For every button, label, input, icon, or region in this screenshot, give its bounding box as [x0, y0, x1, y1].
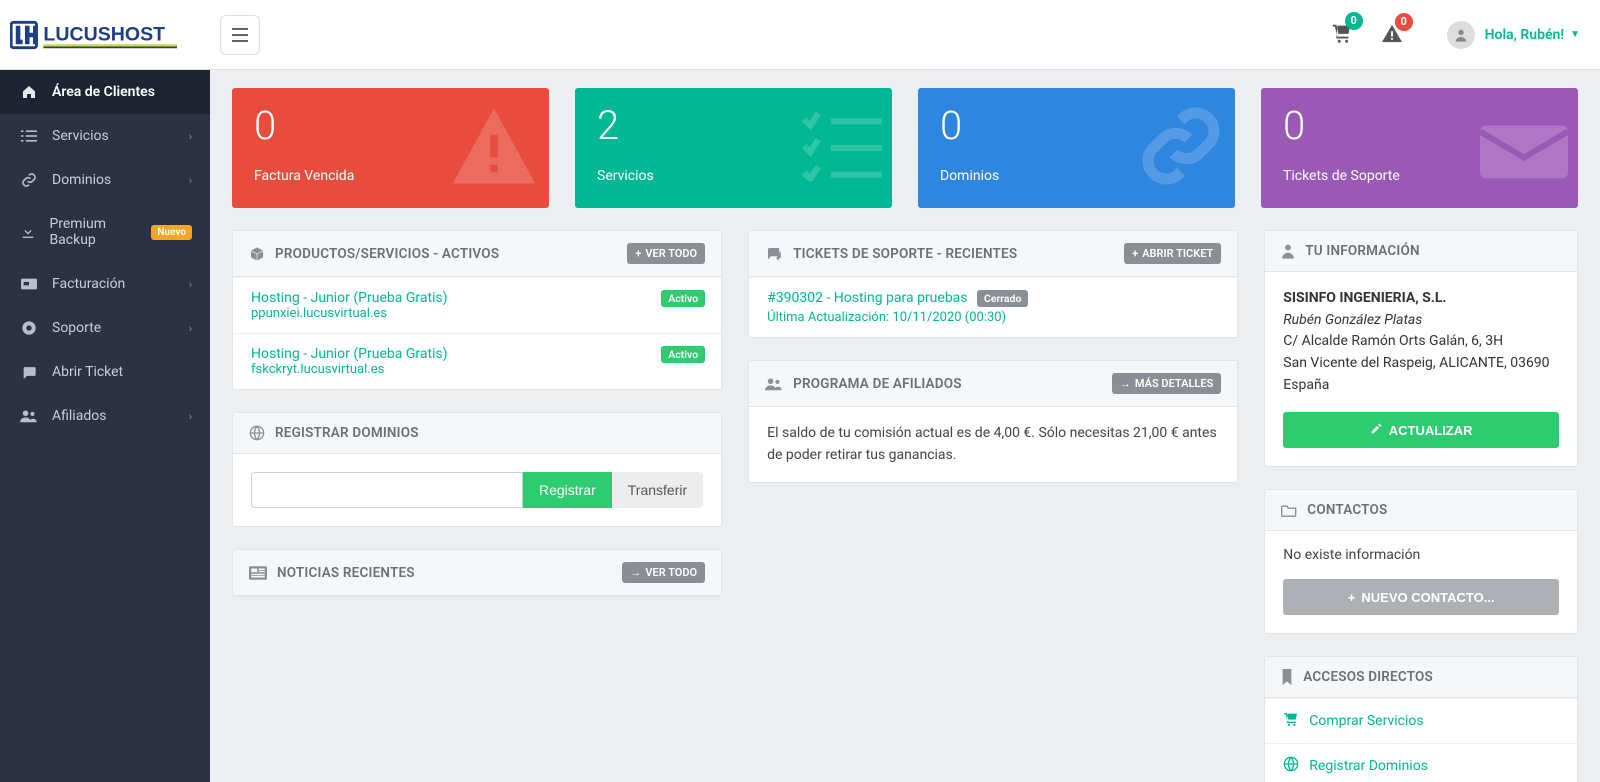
avatar-icon	[1447, 21, 1475, 49]
pencil-icon	[1370, 422, 1383, 438]
folder-icon	[1281, 504, 1297, 517]
status-badge: Activo	[661, 346, 705, 363]
menu-toggle-button[interactable]	[220, 15, 260, 55]
brand-logo[interactable]: LUCUSHOST	[0, 15, 210, 55]
home-icon	[18, 84, 40, 100]
chevron-right-icon: ›	[189, 130, 192, 143]
sidebar-item-open-ticket[interactable]: Abrir Ticket	[0, 350, 210, 394]
sidebar-item-billing[interactable]: Facturación ›	[0, 262, 210, 306]
cube-icon	[249, 246, 265, 262]
chevron-right-icon: ›	[189, 278, 192, 291]
warning-icon	[449, 101, 539, 195]
alerts-button[interactable]: 0	[1381, 23, 1403, 47]
download-icon	[18, 224, 37, 240]
user-icon	[1281, 243, 1295, 259]
sidebar-item-backup[interactable]: Premium Backup Nuevo	[0, 202, 210, 262]
stat-row: 0 Factura Vencida 2 Servicios 0 Dominios…	[232, 88, 1578, 208]
shortcut-register[interactable]: Registrar Dominios	[1265, 743, 1577, 782]
bookmark-icon	[1281, 669, 1293, 685]
globe-icon	[1283, 756, 1299, 776]
product-item[interactable]: Hosting - Junior (Prueba Gratis) fskckry…	[233, 333, 721, 389]
plus-icon: +	[1132, 247, 1138, 260]
view-all-products-button[interactable]: +VER TODO	[627, 243, 705, 264]
stat-domains[interactable]: 0 Dominios	[918, 88, 1235, 208]
life-ring-icon	[18, 320, 40, 336]
stat-tickets[interactable]: 0 Tickets de Soporte	[1261, 88, 1578, 208]
link-icon	[18, 172, 40, 188]
product-item[interactable]: Hosting - Junior (Prueba Gratis) ppunxie…	[233, 277, 721, 333]
card-icon	[18, 278, 40, 290]
update-info-button[interactable]: ACTUALIZAR	[1283, 412, 1559, 448]
users-icon	[765, 377, 783, 391]
checklist-icon	[800, 111, 882, 185]
topbar: LUCUSHOST 0 0 Hola, Rubén! ▼	[0, 0, 1600, 70]
sidebar-item-affiliates[interactable]: Afiliados ›	[0, 394, 210, 438]
panel-register-domain: REGISTRAR DOMINIOS Registrar Transferir	[232, 412, 722, 527]
alert-badge: 0	[1395, 13, 1413, 31]
open-ticket-button[interactable]: +ABRIR TICKET	[1124, 243, 1221, 264]
news-icon	[249, 566, 267, 580]
chat-icon	[765, 246, 783, 262]
chevron-down-icon: ▼	[1570, 29, 1580, 40]
ticket-item[interactable]: #390302 - Hosting para pruebas Cerrado Ú…	[749, 277, 1237, 337]
new-badge: Nuevo	[151, 225, 192, 240]
user-greeting: Hola, Rubén!	[1485, 27, 1564, 43]
sidebar-item-support[interactable]: Soporte ›	[0, 306, 210, 350]
affiliate-details-button[interactable]: →MÁS DETALLES	[1112, 373, 1221, 394]
contacts-empty: No existe información	[1265, 531, 1577, 579]
panel-tickets: TICKETS DE SOPORTE - RECIENTES +ABRIR TI…	[748, 230, 1238, 338]
arrow-right-icon: →	[1120, 377, 1131, 390]
cart-badge: 0	[1345, 12, 1363, 30]
user-menu[interactable]: Hola, Rubén! ▼	[1447, 21, 1580, 49]
shortcut-buy[interactable]: Comprar Servicios	[1265, 698, 1577, 743]
panel-news: NOTICIAS RECIENTES →VER TODO	[232, 549, 722, 597]
panel-info: TU INFORMACIÓN SISINFO INGENIERIA, S.L. …	[1264, 230, 1578, 467]
plus-icon: +	[1348, 590, 1356, 605]
chevron-right-icon: ›	[189, 174, 192, 187]
status-badge: Activo	[661, 290, 705, 307]
users-icon	[18, 409, 40, 423]
arrow-right-icon: →	[630, 566, 641, 579]
stat-services[interactable]: 2 Servicios	[575, 88, 892, 208]
new-contact-button[interactable]: + NUEVO CONTACTO...	[1283, 579, 1559, 615]
chat-icon	[18, 365, 40, 380]
chevron-right-icon: ›	[189, 410, 192, 423]
panel-products: PRODUCTOS/SERVICIOS - ACTIVOS +VER TODO …	[232, 230, 722, 390]
sidebar-item-domains[interactable]: Dominios ›	[0, 158, 210, 202]
status-badge: Cerrado	[977, 290, 1028, 307]
link-icon	[1137, 102, 1225, 194]
register-button[interactable]: Registrar	[523, 472, 612, 508]
list-icon	[18, 129, 40, 143]
chevron-right-icon: ›	[189, 322, 192, 335]
plus-icon: +	[635, 247, 641, 260]
cart-button[interactable]: 0	[1331, 22, 1353, 48]
cart-icon	[1283, 711, 1299, 731]
content: 0 Factura Vencida 2 Servicios 0 Dominios…	[210, 70, 1600, 782]
panel-affiliates: PROGRAMA DE AFILIADOS →MÁS DETALLES El s…	[748, 360, 1238, 483]
stat-invoices[interactable]: 0 Factura Vencida	[232, 88, 549, 208]
view-all-news-button[interactable]: →VER TODO	[622, 562, 705, 583]
panel-shortcuts: ACCESOS DIRECTOS Comprar Servicios Regis…	[1264, 656, 1578, 782]
sidebar: Área de Clientes Servicios › Dominios › …	[0, 70, 210, 782]
panel-contacts: CONTACTOS No existe información + NUEVO …	[1264, 489, 1578, 634]
globe-icon	[249, 425, 265, 441]
mail-icon	[1480, 111, 1568, 185]
affiliate-text: El saldo de tu comisión actual es de 4,0…	[749, 407, 1237, 482]
hamburger-icon	[232, 28, 248, 42]
sidebar-item-home[interactable]: Área de Clientes	[0, 70, 210, 114]
sidebar-item-services[interactable]: Servicios ›	[0, 114, 210, 158]
info-block: SISINFO INGENIERIA, S.L. Rubén González …	[1265, 272, 1577, 412]
svg-text:LUCUSHOST: LUCUSHOST	[43, 23, 165, 45]
domain-input[interactable]	[251, 472, 523, 508]
transfer-button[interactable]: Transferir	[612, 472, 703, 508]
